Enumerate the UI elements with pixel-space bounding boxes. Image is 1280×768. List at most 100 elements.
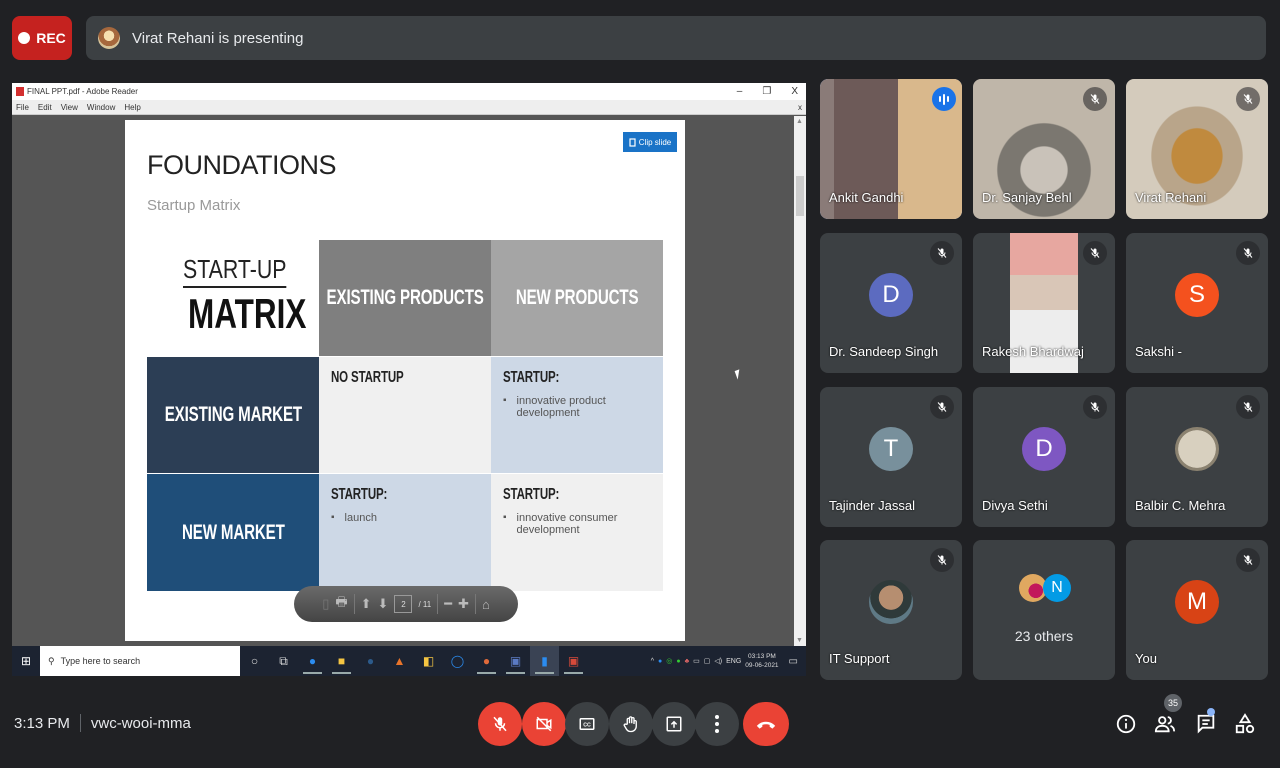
clip-icon — [629, 137, 636, 147]
chat-button[interactable] — [1192, 710, 1220, 738]
avatar-initial: N — [1051, 579, 1063, 596]
zoom-out-icon[interactable]: ━ — [444, 596, 452, 612]
network-icon[interactable]: ▢ — [704, 657, 711, 665]
row-new-market-label: NEW MARKET — [181, 520, 285, 544]
participant-tile[interactable]: Rakesh Bhardwaj — [973, 233, 1115, 373]
more-vert-icon — [715, 715, 719, 733]
microphone-toggle-button[interactable] — [478, 702, 522, 746]
active-window-icon[interactable]: ▮ — [530, 646, 559, 676]
participant-name: Sakshi - — [1135, 344, 1182, 359]
close-document-button[interactable]: x — [798, 103, 802, 112]
hand-icon — [623, 716, 637, 733]
matrix-logo-line2: MATRIX — [188, 290, 307, 337]
battery-icon[interactable]: ▭ — [693, 657, 700, 665]
participant-tile[interactable]: Virat Rehani — [1126, 79, 1268, 219]
participant-tile[interactable]: M You — [1126, 540, 1268, 680]
tray-app2-icon[interactable]: ♣ — [685, 658, 690, 665]
toolbar-divider — [437, 594, 439, 614]
cell-bullet-text: launch — [344, 512, 377, 524]
recording-badge[interactable]: REC — [12, 16, 72, 60]
participant-tile[interactable]: D Dr. Sandeep Singh — [820, 233, 962, 373]
app-icon[interactable]: ● — [356, 646, 385, 676]
presenting-text: Virat Rehani is presenting — [132, 29, 304, 47]
captions-button[interactable]: CC — [565, 702, 609, 746]
taskbar-search-box[interactable]: ⚲ Type here to search — [40, 646, 240, 676]
fit-page-icon[interactable]: ⌂ — [482, 597, 490, 612]
language-indicator[interactable]: ENG — [726, 658, 741, 665]
cortana-icon[interactable]: ○ — [240, 646, 269, 676]
tray-expand-icon[interactable]: ^ — [651, 658, 654, 665]
mic-muted-icon — [1083, 87, 1107, 111]
participant-tile[interactable]: T Tajinder Jassal — [820, 387, 962, 527]
record-dot-icon — [18, 32, 31, 44]
page-total: / 11 — [418, 599, 432, 609]
edge-icon[interactable]: ● — [298, 646, 327, 676]
scroll-down-icon[interactable]: ▼ — [796, 637, 803, 644]
windows-taskbar: ⊞ ⚲ Type here to search ○ ⧉ ● ■ ● ▲ ◧ ◯ … — [12, 646, 806, 676]
participant-tile[interactable]: N 23 others — [973, 540, 1115, 680]
camera-toggle-button[interactable] — [522, 702, 566, 746]
scroll-thumb[interactable] — [796, 176, 804, 216]
security-icon[interactable]: ◎ — [666, 657, 672, 665]
minimize-button[interactable]: – — [737, 86, 743, 97]
word-icon[interactable]: ▣ — [501, 646, 530, 676]
present-now-button[interactable] — [652, 702, 696, 746]
next-page-icon[interactable]: ⬇ — [378, 596, 389, 612]
mic-muted-icon — [1083, 241, 1107, 265]
raise-hand-button[interactable] — [609, 702, 653, 746]
page-number-input[interactable]: 2 — [394, 595, 413, 613]
participant-tile[interactable]: S Sakshi - — [1126, 233, 1268, 373]
clip-slide-button[interactable]: Clip slide — [623, 132, 677, 152]
mic-muted-icon — [930, 548, 954, 572]
avatar-initial: T — [883, 435, 899, 462]
meeting-details-button[interactable] — [1112, 710, 1140, 738]
cell-bullet: ▪ launch — [331, 512, 377, 524]
chat-notification-dot — [1207, 708, 1215, 716]
file-explorer-icon[interactable]: ■ — [327, 646, 356, 676]
chrome-icon[interactable]: ● — [472, 646, 501, 676]
menu-view[interactable]: View — [61, 103, 78, 112]
participant-tile[interactable]: IT Support — [820, 540, 962, 680]
close-window-button[interactable]: X — [791, 86, 798, 97]
print-icon[interactable]: 🖶 — [335, 593, 347, 615]
participant-tile[interactable]: Balbir C. Mehra — [1126, 387, 1268, 527]
menu-file[interactable]: File — [16, 103, 29, 112]
header-existing-products-label: EXISTING PRODUCTS — [326, 286, 484, 309]
participant-tile[interactable]: D Divya Sethi — [973, 387, 1115, 527]
save-icon[interactable]: ▯ — [322, 596, 329, 612]
participant-tile[interactable]: Ankit Gandhi — [820, 79, 962, 219]
people-button[interactable] — [1151, 710, 1179, 738]
windows-start-icon[interactable]: ⊞ — [12, 654, 40, 668]
participant-tile[interactable]: Dr. Sanjay Behl — [973, 79, 1115, 219]
cell-bullet: ▪ innovative product development — [503, 395, 651, 419]
mic-muted-icon — [1236, 548, 1260, 572]
window-title: FINAL PPT.pdf - Adobe Reader — [27, 87, 138, 96]
prev-page-icon[interactable]: ⬆ — [361, 596, 372, 612]
toolbar-divider — [474, 594, 476, 614]
more-options-button[interactable] — [695, 702, 739, 746]
menu-help[interactable]: Help — [124, 103, 140, 112]
adobe-reader-icon[interactable]: ▣ — [559, 646, 588, 676]
matlab-icon[interactable]: ▲ — [385, 646, 414, 676]
scroll-up-icon[interactable]: ▲ — [796, 118, 803, 125]
avatar-initial: S — [1188, 281, 1205, 308]
menu-window[interactable]: Window — [87, 103, 115, 112]
document-app-icon[interactable]: ◧ — [414, 646, 443, 676]
notifications-icon[interactable]: ▭ — [789, 656, 798, 667]
zoom-in-icon[interactable]: ✚ — [458, 596, 469, 612]
participant-name: Dr. Sandeep Singh — [829, 344, 939, 359]
task-view-icon[interactable]: ⧉ — [269, 646, 298, 676]
participant-name: Dr. Sanjay Behl — [982, 190, 1072, 205]
menu-edit[interactable]: Edit — [38, 103, 52, 112]
bluetooth-icon[interactable]: ● — [658, 658, 662, 665]
browser-ring-icon[interactable]: ◯ — [443, 646, 472, 676]
tray-app-icon[interactable]: ● — [676, 658, 680, 665]
leave-call-button[interactable] — [743, 702, 789, 746]
activities-button[interactable] — [1231, 710, 1259, 738]
avatar-initial: D — [1035, 435, 1053, 462]
volume-icon[interactable]: ◁) — [714, 657, 722, 665]
taskbar-clock[interactable]: 03:13 PM 09-06-2021 — [745, 652, 778, 670]
restore-button[interactable]: ❐ — [762, 86, 771, 97]
participant-count-badge: 35 — [1164, 694, 1182, 712]
vertical-scrollbar[interactable]: ▲ ▼ — [794, 116, 806, 646]
